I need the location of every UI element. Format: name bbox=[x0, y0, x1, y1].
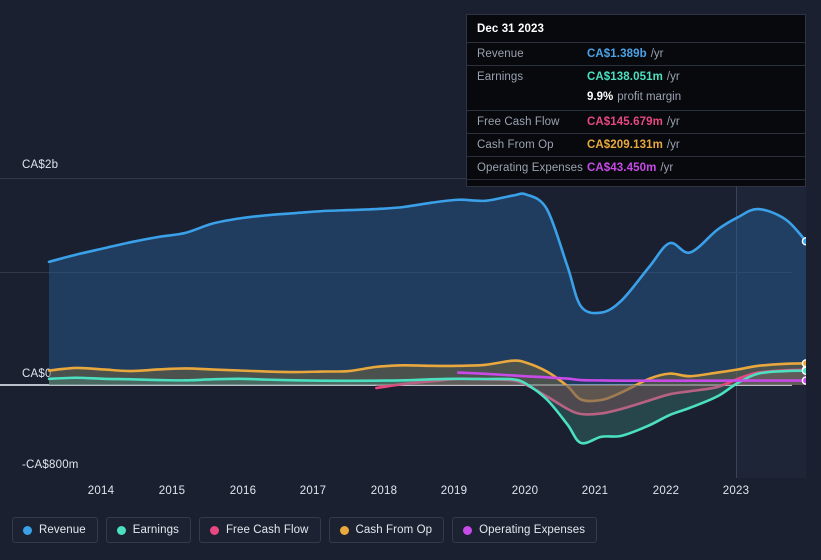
tooltip-value-earnings: CA$138.051m bbox=[587, 71, 663, 83]
tooltip-row-profit-margin: 9.9% profit margin bbox=[467, 88, 805, 110]
legend-label-revenue: Revenue bbox=[39, 524, 86, 536]
x-axis-label-2019: 2019 bbox=[440, 485, 468, 497]
legend-item-operating-expenses[interactable]: Operating Expenses bbox=[452, 517, 598, 543]
x-axis-label-2022: 2022 bbox=[652, 485, 680, 497]
series-line-cash-from-op bbox=[47, 359, 806, 403]
x-axis-label-2020: 2020 bbox=[511, 485, 539, 497]
tooltip-unit-free-cash-flow: /yr bbox=[666, 116, 680, 128]
legend-label-earnings: Earnings bbox=[132, 524, 179, 536]
legend-dot-revenue-icon bbox=[23, 525, 32, 535]
legend-item-revenue[interactable]: Revenue bbox=[12, 517, 98, 543]
tooltip-label-cash-from-op: Cash From Op bbox=[477, 139, 554, 151]
y-axis-label-zero: CA$0 bbox=[22, 368, 52, 380]
legend-label-cash-from-op: Cash From Op bbox=[355, 524, 433, 536]
zero-axis-line bbox=[0, 384, 792, 386]
tooltip-value-revenue: CA$1.389b bbox=[587, 48, 647, 60]
tooltip-label-profit-margin: profit margin bbox=[617, 91, 682, 103]
forecast-divider-line bbox=[736, 178, 737, 478]
legend-label-operating-expenses: Operating Expenses bbox=[479, 524, 586, 536]
series-line-revenue bbox=[47, 192, 806, 315]
data-tooltip-panel: Dec 31 2023 Revenue CA$1.389b /yr Earnin… bbox=[466, 14, 806, 187]
tooltip-value-profit-margin: 9.9% bbox=[587, 91, 614, 103]
tooltip-label-earnings: Earnings bbox=[477, 71, 524, 83]
legend-dot-cash-from-op-icon bbox=[339, 525, 349, 535]
tooltip-value-free-cash-flow: CA$145.679m bbox=[587, 116, 663, 128]
series-area-revenue bbox=[49, 193, 806, 385]
tooltip-row-cash-from-op: Cash From Op CA$209.131m /yr bbox=[467, 133, 805, 156]
chart-legend: Revenue Earnings Free Cash Flow Cash Fro… bbox=[12, 517, 598, 543]
tooltip-date: Dec 31 2023 bbox=[477, 23, 544, 35]
series-area-cash-from-op bbox=[49, 360, 806, 402]
x-axis-label-2014: 2014 bbox=[87, 485, 115, 497]
legend-item-free-cash-flow[interactable]: Free Cash Flow bbox=[198, 517, 321, 543]
legend-item-cash-from-op[interactable]: Cash From Op bbox=[328, 517, 445, 543]
legend-dot-free-cash-flow-icon bbox=[209, 525, 219, 535]
tooltip-unit-earnings: /yr bbox=[666, 71, 680, 83]
legend-dot-earnings-icon bbox=[116, 525, 126, 535]
tooltip-row-earnings: Earnings CA$138.051m /yr bbox=[467, 65, 805, 88]
tooltip-value-cash-from-op: CA$209.131m bbox=[587, 139, 663, 151]
series-area-earnings bbox=[49, 370, 806, 444]
tooltip-label-free-cash-flow: Free Cash Flow bbox=[477, 116, 560, 128]
tooltip-row-free-cash-flow: Free Cash Flow CA$145.679m /yr bbox=[467, 110, 805, 133]
legend-item-earnings[interactable]: Earnings bbox=[105, 517, 191, 543]
tooltip-unit-cash-from-op: /yr bbox=[666, 139, 680, 151]
tooltip-row-operating-expenses: Operating Expenses CA$43.450m /yr bbox=[467, 156, 805, 179]
x-axis-label-2016: 2016 bbox=[229, 485, 257, 497]
x-axis-label-2018: 2018 bbox=[370, 485, 398, 497]
legend-dot-operating-expenses-icon bbox=[463, 525, 473, 535]
tooltip-label-operating-expenses: Operating Expenses bbox=[477, 162, 584, 174]
tooltip-footer-divider bbox=[467, 179, 805, 186]
y-axis-label-top: CA$2b bbox=[22, 159, 59, 171]
tooltip-unit-operating-expenses: /yr bbox=[660, 162, 674, 174]
tooltip-row-revenue: Revenue CA$1.389b /yr bbox=[467, 42, 805, 65]
gridline-1b bbox=[0, 272, 792, 273]
legend-label-free-cash-flow: Free Cash Flow bbox=[225, 524, 309, 536]
x-axis-label-2017: 2017 bbox=[299, 485, 327, 497]
series-line-earnings bbox=[47, 369, 806, 445]
forecast-shading bbox=[736, 178, 806, 478]
x-axis-label-2015: 2015 bbox=[158, 485, 186, 497]
x-axis-label-2023: 2023 bbox=[722, 485, 750, 497]
tooltip-label-revenue: Revenue bbox=[477, 48, 524, 60]
x-axis-label-2021: 2021 bbox=[581, 485, 609, 497]
tooltip-value-operating-expenses: CA$43.450m bbox=[587, 162, 657, 174]
tooltip-unit-revenue: /yr bbox=[650, 48, 664, 60]
y-axis-label-bottom: -CA$800m bbox=[22, 459, 79, 471]
